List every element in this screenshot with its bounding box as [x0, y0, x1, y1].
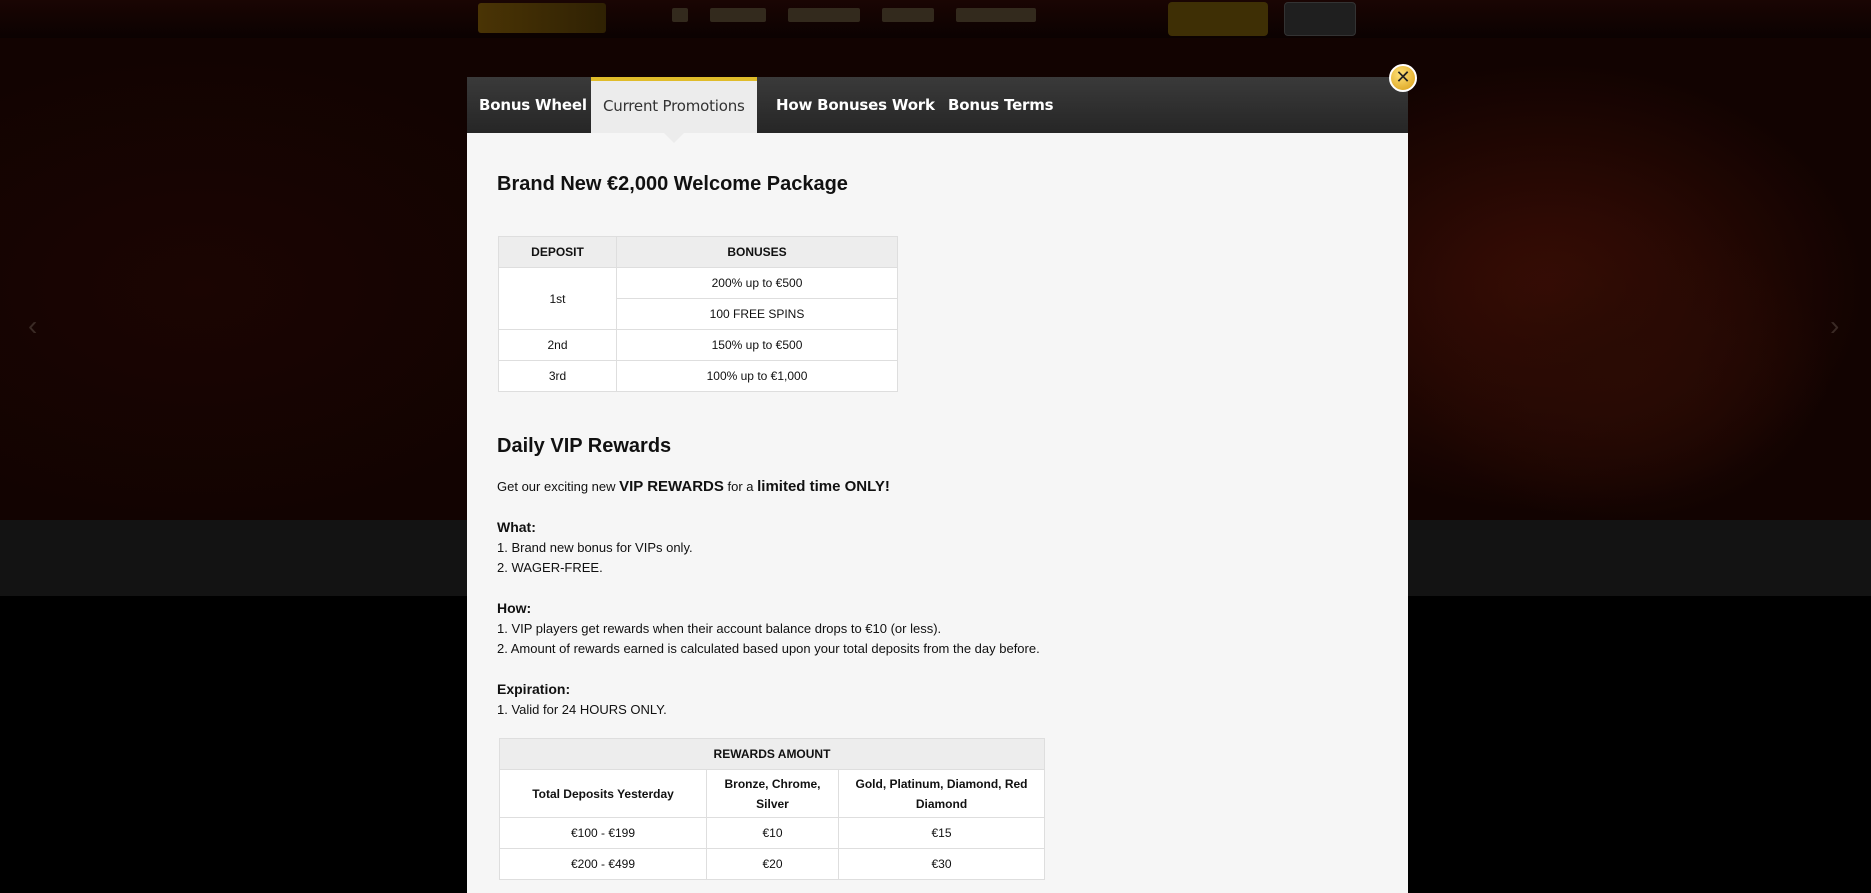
welcome-package-title: Brand New €2,000 Welcome Package — [497, 173, 848, 195]
table-title-row: REWARDS AMOUNT — [499, 738, 1045, 770]
table-cell: €20 — [706, 848, 839, 880]
home-icon — [672, 8, 688, 22]
what-item: 2. WAGER-FREE. — [497, 560, 603, 575]
table-cell: 2nd — [498, 329, 617, 361]
table-cell: €200 - €499 — [499, 848, 707, 880]
table-header-cell: Total Deposits Yesterday — [499, 769, 707, 818]
login-button-background — [1284, 2, 1356, 36]
table-cell: 150% up to €500 — [616, 329, 898, 361]
table-title-cell: REWARDS AMOUNT — [499, 738, 1045, 770]
table-cell: 1st — [498, 267, 617, 330]
table-cell: €30 — [838, 848, 1045, 880]
site-nav-item — [788, 8, 860, 22]
table-cell: 100 FREE SPINS — [616, 298, 898, 330]
vip-rewards-table: REWARDS AMOUNT Total Deposits Yesterday … — [499, 738, 1045, 880]
table-header-cell: BONUSES — [616, 236, 898, 268]
table-row: €200 - €499 €20 €30 — [499, 848, 1045, 880]
vip-intro-emphasis: limited time ONLY! — [757, 478, 890, 495]
site-logo — [478, 3, 606, 33]
table-header-cell: Bronze, Chrome, Silver — [706, 769, 839, 818]
vip-rewards-title: Daily VIP Rewards — [497, 435, 672, 457]
site-header-background — [0, 0, 1871, 38]
table-cell: €100 - €199 — [499, 817, 707, 849]
chevron-left-icon: ‹ — [28, 310, 38, 341]
table-header-cell: Gold, Platinum, Diamond, Red Diamond — [838, 769, 1045, 818]
expiration-heading: Expiration: — [497, 681, 571, 697]
modal-tab-bar: Bonus Wheel Current Promotions How Bonus… — [467, 77, 1408, 143]
vip-intro-part: for a — [723, 479, 758, 494]
how-item: 1. VIP players get rewards when their ac… — [497, 621, 942, 636]
tab-bonus-wheel[interactable]: Bonus Wheel — [467, 77, 599, 133]
welcome-package-table: DEPOSIT BONUSES 1st 200% up to €500 100 … — [498, 236, 898, 392]
close-icon: ✕ — [1395, 67, 1411, 88]
table-header-cell: DEPOSIT — [498, 236, 617, 268]
table-cell: €15 — [838, 817, 1045, 849]
how-heading: How: — [497, 600, 532, 616]
table-header-row: DEPOSIT BONUSES — [498, 236, 898, 268]
tab-bonus-terms[interactable]: Bonus Terms — [936, 77, 1065, 133]
site-nav-item — [956, 8, 1036, 22]
what-item: 1. Brand new bonus for VIPs only. — [497, 540, 693, 555]
table-row: 1st 200% up to €500 — [498, 267, 898, 330]
table-cell: 100% up to €1,000 — [616, 360, 898, 392]
vip-intro-emphasis: VIP REWARDS — [619, 478, 724, 495]
tab-current-promotions[interactable]: Current Promotions — [591, 77, 757, 143]
close-modal-button[interactable]: ✕ — [1389, 64, 1417, 92]
vip-intro-part: Get our exciting new — [497, 479, 620, 494]
tab-how-bonuses-work[interactable]: How Bonuses Work — [764, 77, 947, 133]
table-row: 2nd 150% up to €500 — [498, 329, 898, 361]
table-row: 3rd 100% up to €1,000 — [498, 360, 898, 392]
join-button-background — [1168, 2, 1268, 36]
site-nav — [672, 8, 1036, 22]
expiration-item: 1. Valid for 24 HOURS ONLY. — [497, 702, 667, 717]
table-cell: €10 — [706, 817, 839, 849]
vip-intro-text: Get our exciting new VIP REWARDS for a l… — [497, 478, 890, 495]
chevron-right-icon: › — [1830, 310, 1840, 341]
promotions-modal: Bonus Wheel Current Promotions How Bonus… — [467, 77, 1408, 893]
table-row: €100 - €199 €10 €15 — [499, 817, 1045, 849]
what-heading: What: — [497, 519, 536, 535]
table-header-row: Total Deposits Yesterday Bronze, Chrome,… — [499, 769, 1045, 818]
table-cell: 3rd — [498, 360, 617, 392]
table-cell: 200% up to €500 — [616, 267, 898, 299]
site-nav-item — [882, 8, 934, 22]
site-nav-item — [710, 8, 766, 22]
how-item: 2. Amount of rewards earned is calculate… — [497, 641, 1040, 656]
